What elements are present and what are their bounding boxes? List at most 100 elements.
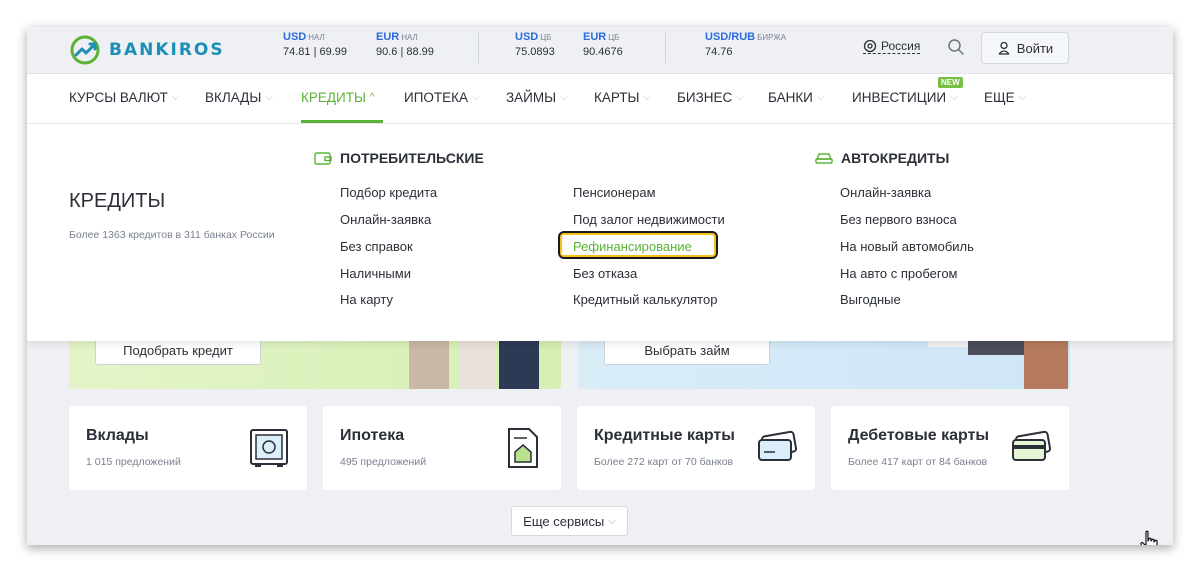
house-document-icon — [508, 428, 538, 468]
divider — [665, 33, 666, 63]
hand-pointer-cursor-icon — [1140, 530, 1158, 545]
chevron-down-icon: ⌵ — [608, 515, 616, 527]
nav-item-currency-rates[interactable]: КУРСЫ ВАЛЮТ ⌵ — [69, 90, 179, 105]
main-nav: КУРСЫ ВАЛЮТ ⌵ ВКЛАДЫ ⌵ КРЕДИТЫ ^ ИПОТЕКА ⌵ З… — [27, 73, 1173, 123]
rate-usd-cash[interactable]: USD НАЛ 74.81 | 69.99 — [283, 31, 347, 58]
nav-label: БАНКИ — [768, 90, 813, 105]
rate-suffix: ЦБ — [608, 33, 620, 42]
card-title: Дебетовые карты — [848, 427, 990, 444]
nav-item-cards[interactable]: КАРТЫ ⌵ — [594, 90, 651, 105]
chevron-down-icon: ⌵ — [1018, 92, 1027, 103]
chevron-up-icon: ^ — [369, 92, 375, 103]
service-card-mortgage[interactable]: Ипотека 495 предложений — [323, 406, 561, 490]
nav-label: КАРТЫ — [594, 90, 640, 105]
debit-card-icon — [1012, 430, 1052, 461]
card-title: Вклады — [86, 427, 149, 444]
category-heading: ПОТРЕБИТЕЛЬСКИЕ — [340, 150, 484, 166]
card-subtitle: 495 предложений — [340, 456, 427, 468]
rate-eur-cb[interactable]: EUR ЦБ 90.4676 — [583, 31, 623, 58]
link-pensioners[interactable]: Пенсионерам — [573, 185, 656, 200]
rate-usd-cb[interactable]: USD ЦБ 75.0893 — [515, 31, 555, 58]
link-credit-calculator[interactable]: Кредитный калькулятор — [573, 292, 717, 307]
service-card-credit-cards[interactable]: Кредитные карты Более 272 карт от 70 бан… — [577, 406, 815, 490]
link-auto-online-application[interactable]: Онлайн-заявка — [840, 185, 931, 200]
nav-label: КРЕДИТЫ — [301, 90, 366, 105]
link-no-down-payment[interactable]: Без первого взноса — [840, 212, 957, 227]
dropdown-subtitle: Более 1363 кредитов в 311 банках России — [69, 229, 275, 241]
card-subtitle: 1 015 предложений — [86, 456, 181, 468]
link-real-estate-collateral[interactable]: Под залог недвижимости — [573, 212, 725, 227]
link-best-offers[interactable]: Выгодные — [840, 292, 901, 307]
car-icon — [815, 153, 833, 164]
nav-item-mortgage[interactable]: ИПОТЕКА ⌵ — [404, 90, 480, 105]
chevron-down-icon: ⌵ — [643, 92, 652, 103]
new-badge: NEW — [938, 77, 963, 88]
link-new-car[interactable]: На новый автомобиль — [840, 239, 974, 254]
rate-value: 74.81 | 69.99 — [283, 46, 348, 58]
credits-dropdown-menu: КРЕДИТЫ Более 1363 кредитов в 311 банках… — [27, 123, 1173, 341]
category-consumer[interactable]: ПОТРЕБИТЕЛЬСКИЕ — [314, 150, 484, 166]
chevron-down-icon: ⌵ — [950, 92, 958, 103]
nav-item-investments[interactable]: ИНВЕСТИЦИИ ⌵ — [852, 90, 958, 105]
chevron-down-icon: ⌵ — [816, 92, 825, 103]
button-label: Выбрать займ — [644, 343, 730, 358]
safe-icon — [250, 429, 288, 467]
logo-text: BANKIROS — [109, 40, 225, 60]
nav-item-more[interactable]: ЕЩЕ ⌵ — [984, 90, 1026, 105]
rate-suffix: ЦБ — [540, 33, 552, 42]
link-no-refusal[interactable]: Без отказа — [573, 266, 637, 281]
service-card-deposits[interactable]: Вклады 1 015 предложений — [69, 406, 307, 490]
card-subtitle: Более 272 карт от 70 банков — [594, 456, 734, 468]
rate-value: 90.4676 — [583, 46, 623, 58]
nav-label: ЗАЙМЫ — [506, 90, 557, 105]
nav-item-credits[interactable]: КРЕДИТЫ ^ — [301, 90, 375, 105]
rate-label: USD — [515, 31, 539, 43]
link-cash[interactable]: Наличными — [340, 266, 411, 281]
nav-item-deposits[interactable]: ВКЛАДЫ ⌵ — [205, 90, 273, 105]
chevron-down-icon: ⌵ — [472, 92, 480, 103]
link-online-application[interactable]: Онлайн-заявка — [340, 212, 431, 227]
nav-label: ЕЩЕ — [984, 90, 1015, 105]
login-button[interactable]: Войти — [981, 32, 1069, 64]
user-icon — [998, 41, 1010, 55]
dropdown-title: КРЕДИТЫ — [69, 190, 166, 212]
divider — [478, 33, 479, 63]
region-label: Россия — [881, 39, 921, 53]
nav-label: КУРСЫ ВАЛЮТ — [69, 90, 168, 105]
rate-eur-cash[interactable]: EUR НАЛ 90.6 | 88.99 — [376, 31, 434, 58]
chevron-down-icon: ⌵ — [736, 92, 744, 103]
category-auto[interactable]: АВТОКРЕДИТЫ — [815, 150, 949, 166]
rate-label: EUR — [376, 31, 400, 43]
button-label: Подобрать кредит — [123, 343, 233, 358]
search-button[interactable] — [945, 36, 967, 58]
nav-label: ИНВЕСТИЦИИ — [852, 90, 947, 105]
logo[interactable]: BANKIROS — [69, 34, 225, 66]
rate-value: 74.76 — [705, 46, 733, 58]
service-card-debit-cards[interactable]: Дебетовые карты Более 417 карт от 84 бан… — [831, 406, 1069, 490]
browser-viewport: BANKIROS USD НАЛ 74.81 | 69.99 EUR НАЛ 90.… — [27, 27, 1173, 545]
chevron-down-icon: ⌵ — [560, 92, 568, 103]
rate-value: 90.6 | 88.99 — [376, 46, 434, 58]
nav-label: ВКЛАДЫ — [205, 90, 262, 105]
nav-item-business[interactable]: БИЗНЕС ⌵ — [677, 90, 744, 105]
region-selector[interactable]: Россия — [863, 39, 921, 54]
nav-item-loans[interactable]: ЗАЙМЫ ⌵ — [506, 90, 568, 105]
link-used-car[interactable]: На авто с пробегом — [840, 266, 958, 281]
rate-value: 75.0893 — [515, 46, 555, 58]
nav-item-banks[interactable]: БАНКИ ⌵ — [768, 90, 824, 105]
rate-label: USD — [283, 31, 307, 43]
more-services-button[interactable]: Еще сервисы ⌵ — [511, 506, 628, 536]
search-icon — [948, 39, 964, 55]
rate-suffix: НАЛ — [401, 33, 418, 42]
link-credit-selection[interactable]: Подбор кредита — [340, 185, 437, 200]
location-icon — [863, 39, 877, 53]
link-refinancing[interactable]: Рефинансирование — [573, 239, 692, 254]
credit-card-icon — [758, 430, 798, 461]
card-title: Ипотека — [340, 427, 405, 444]
rate-label: EUR — [583, 31, 607, 43]
rate-usd-rub-exchange[interactable]: USD/RUB БИРЖА 74.76 — [705, 31, 786, 58]
link-to-card[interactable]: На карту — [340, 292, 393, 307]
nav-label: БИЗНЕС — [677, 90, 733, 105]
link-no-certificates[interactable]: Без справок — [340, 239, 413, 254]
category-heading: АВТОКРЕДИТЫ — [841, 150, 950, 166]
